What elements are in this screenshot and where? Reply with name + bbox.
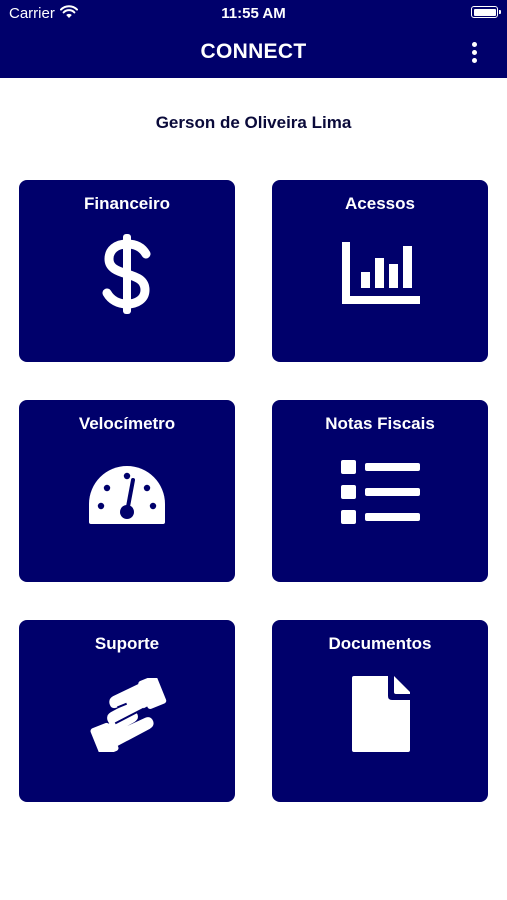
tile-label: Notas Fiscais [325, 414, 435, 433]
status-bar: Carrier 11:55 AM [0, 0, 507, 28]
clock: 11:55 AM [221, 5, 286, 22]
speedometer-icon [89, 466, 165, 524]
dot-icon [472, 50, 477, 55]
dot-icon [472, 58, 477, 63]
bar-chart-icon [342, 242, 420, 304]
list-icon [341, 460, 420, 524]
tile-label: Documentos [328, 634, 432, 653]
document-icon [352, 676, 410, 752]
tile-suporte[interactable]: Suporte [19, 620, 235, 802]
tile-acessos[interactable]: Acessos [272, 180, 488, 362]
handshake-icon [90, 678, 167, 752]
tile-financeiro[interactable]: Financeiro [19, 180, 235, 362]
tile-notas-fiscais[interactable]: Notas Fiscais [272, 400, 488, 582]
battery-icon [471, 6, 501, 18]
user-name: Gerson de Oliveira Lima [155, 113, 352, 132]
navigation-bar: Carrier 11:55 AM CONNECT [0, 0, 507, 78]
tile-label: Velocímetro [78, 414, 176, 433]
tile-velocimetro[interactable]: Velocímetro [19, 400, 235, 582]
tile-label: Suporte [94, 634, 160, 653]
more-options-button[interactable] [469, 42, 481, 64]
tile-label: Financeiro [84, 194, 170, 213]
dot-icon [472, 42, 477, 47]
dollar-icon [102, 234, 151, 314]
tile-documentos[interactable]: Documentos [272, 620, 488, 802]
tile-label: Acessos [345, 194, 415, 213]
app-title: CONNECT [200, 40, 307, 63]
